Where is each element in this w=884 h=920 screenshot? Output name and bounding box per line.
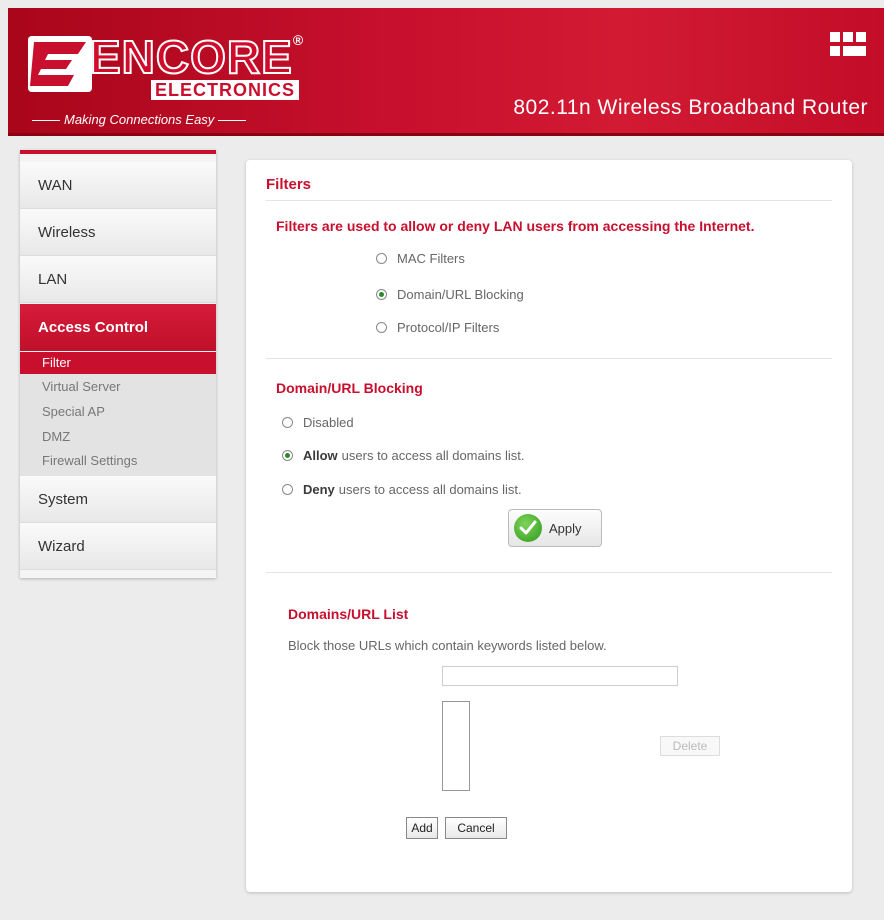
sidebar-item-system[interactable]: System [20, 476, 216, 523]
logo-e-icon [28, 36, 92, 92]
radio-allow-button[interactable] [282, 450, 293, 461]
divider [266, 358, 832, 359]
url-keyword-list[interactable] [442, 701, 470, 791]
add-button[interactable]: Add [406, 817, 438, 839]
access-control-submenu: Filter Virtual Server Special AP DMZ Fir… [20, 352, 216, 476]
url-list-description: Block those URLs which contain keywords … [288, 638, 607, 653]
filters-panel: Filters Filters are used to allow or den… [246, 160, 852, 892]
submenu-item-firewall-settings[interactable]: Firewall Settings [20, 450, 216, 472]
brand-subtitle: ELECTRONICS [151, 80, 300, 100]
checkmark-icon [514, 514, 542, 542]
apply-button-label: Apply [549, 521, 582, 536]
grid-icon [830, 32, 866, 60]
tagline: Making Connections Easy [28, 112, 250, 127]
radio-mac-filters[interactable]: MAC Filters [376, 251, 465, 266]
radio-disabled[interactable]: Disabled [282, 415, 354, 430]
radio-protocol-ip-filters-label: Protocol/IP Filters [397, 320, 500, 335]
radio-mac-filters-button[interactable] [376, 253, 387, 264]
apply-button[interactable]: Apply [508, 509, 602, 547]
cancel-button[interactable]: Cancel [445, 817, 507, 839]
tagline-text: Making Connections Easy [64, 112, 215, 127]
radio-allow-bold: Allow [303, 448, 338, 463]
page-title: Filters [266, 176, 312, 193]
blocking-heading: Domain/URL Blocking [276, 380, 423, 396]
radio-protocol-ip-filters-button[interactable] [376, 322, 387, 333]
radio-deny-label: users to access all domains list. [338, 482, 522, 497]
url-list-heading: Domains/URL List [288, 606, 409, 622]
submenu-item-dmz[interactable]: DMZ [20, 426, 216, 448]
submenu-item-virtual-server[interactable]: Virtual Server [20, 376, 216, 398]
divider [266, 200, 832, 201]
sidebar-item-wireless[interactable]: Wireless [20, 209, 216, 256]
radio-deny[interactable]: Deny users to access all domains list. [282, 482, 522, 497]
radio-domain-url-blocking[interactable]: Domain/URL Blocking [376, 287, 524, 302]
radio-domain-url-blocking-label: Domain/URL Blocking [397, 287, 524, 302]
submenu-item-special-ap[interactable]: Special AP [20, 401, 216, 423]
radio-deny-bold: Deny [303, 482, 335, 497]
radio-allow-label: users to access all domains list. [341, 448, 525, 463]
radio-deny-button[interactable] [282, 484, 293, 495]
url-keyword-input[interactable] [442, 666, 678, 686]
product-title: 802.11n Wireless Broadband Router [513, 96, 868, 119]
radio-domain-url-blocking-button[interactable] [376, 289, 387, 300]
sidebar-item-access-control[interactable]: Access Control [20, 304, 216, 351]
submenu-item-filter[interactable]: Filter [20, 352, 216, 374]
sidebar-item-wizard[interactable]: Wizard [20, 523, 216, 570]
radio-protocol-ip-filters[interactable]: Protocol/IP Filters [376, 320, 499, 335]
radio-disabled-label: Disabled [303, 415, 354, 430]
sidebar-item-lan[interactable]: LAN [20, 256, 216, 303]
radio-mac-filters-label: MAC Filters [397, 251, 465, 266]
brand-name: ENCORE® [89, 30, 305, 84]
radio-allow[interactable]: Allow users to access all domains list. [282, 448, 524, 463]
encore-logo: ENCORE® ELECTRONICS [28, 30, 328, 106]
delete-button[interactable]: Delete [660, 736, 720, 756]
header-banner: ENCORE® ELECTRONICS Making Connections E… [8, 8, 884, 136]
sidebar-item-wan[interactable]: WAN [20, 162, 216, 209]
radio-disabled-button[interactable] [282, 417, 293, 428]
filters-intro: Filters are used to allow or deny LAN us… [276, 218, 755, 234]
sidebar-nav: WAN Wireless LAN Access Control Filter V… [20, 150, 216, 578]
divider [266, 572, 832, 573]
